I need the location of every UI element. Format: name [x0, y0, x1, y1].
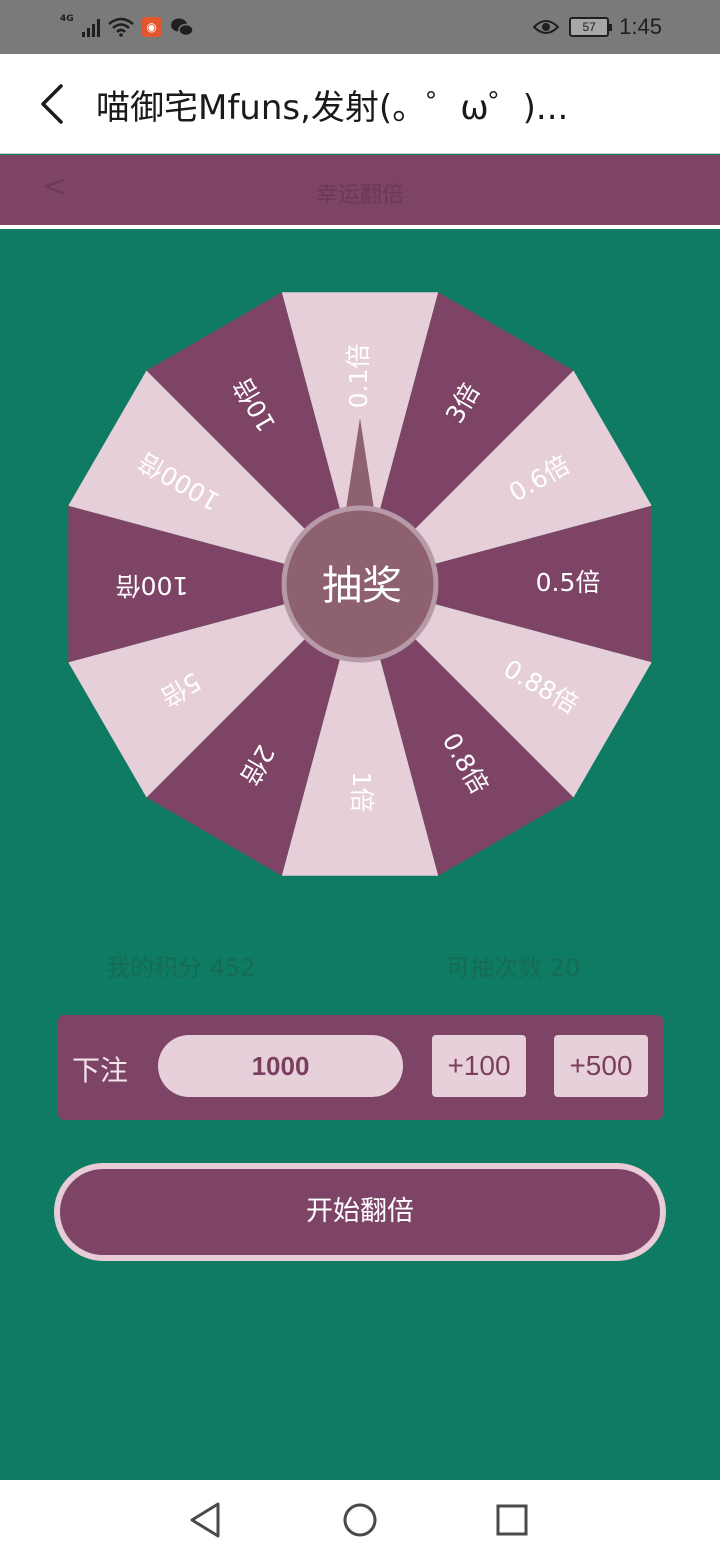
status-left: 4G ◉: [60, 12, 194, 42]
header-divider: [0, 225, 720, 229]
draws-left-label: 可抽次数: [446, 954, 542, 982]
page-title: 喵御宅Mfuns,发射(。゜ω゜)...: [96, 88, 569, 128]
network-type: 4G: [60, 14, 74, 24]
chevron-left-icon: [41, 84, 63, 124]
app-bar: 喵御宅Mfuns,发射(。゜ω゜)...: [0, 54, 720, 154]
status-right: 57 1:45: [533, 12, 662, 42]
add-500-button[interactable]: +500: [554, 1035, 648, 1097]
wechat-icon: [170, 18, 194, 37]
nav-recent-icon[interactable]: [490, 1498, 534, 1542]
bet-label: 下注: [72, 1054, 129, 1087]
draws-left-value: 20: [549, 954, 581, 982]
my-points-value: 452: [209, 954, 256, 982]
bet-panel: 下注 1000 +100 +500: [58, 1015, 663, 1120]
notification-app-icon: ◉: [141, 17, 162, 37]
draws-left: 可抽次数 20: [446, 948, 580, 983]
eye-comfort-icon: [533, 20, 560, 34]
prize-wheel: 0.1倍 3倍0.6倍0.5倍0.88倍0.8倍1倍2倍5倍100倍1000倍10…: [68, 292, 652, 876]
wheel-segment-label: 0.1倍: [344, 344, 373, 409]
wheel-segment-label: 1倍: [347, 772, 376, 813]
nav-back-icon[interactable]: [184, 1498, 228, 1542]
wifi-icon: [107, 17, 134, 37]
draw-button-label: 抽奖: [322, 563, 402, 609]
status-bar: 4G ◉ 57 1:45: [0, 0, 720, 54]
my-points-label: 我的积分: [106, 954, 202, 982]
bet-amount-input[interactable]: 1000: [158, 1035, 403, 1097]
web-header: < 幸运翻倍: [0, 155, 720, 225]
wheel-segment-label: 0.5倍: [536, 568, 601, 597]
wheel-segment-label: 100倍: [116, 571, 189, 600]
web-header-title: 幸运翻倍: [315, 183, 404, 208]
signal-icon: [81, 17, 100, 37]
my-points: 我的积分 452: [106, 948, 255, 983]
start-double-button[interactable]: 开始翻倍: [54, 1163, 666, 1261]
back-button[interactable]: [24, 76, 80, 132]
clock: 1:45: [619, 14, 662, 39]
nav-home-icon[interactable]: [338, 1498, 382, 1542]
battery-icon: 57: [569, 17, 613, 37]
system-nav-bar: [0, 1480, 720, 1560]
add-100-button[interactable]: +100: [432, 1035, 526, 1097]
